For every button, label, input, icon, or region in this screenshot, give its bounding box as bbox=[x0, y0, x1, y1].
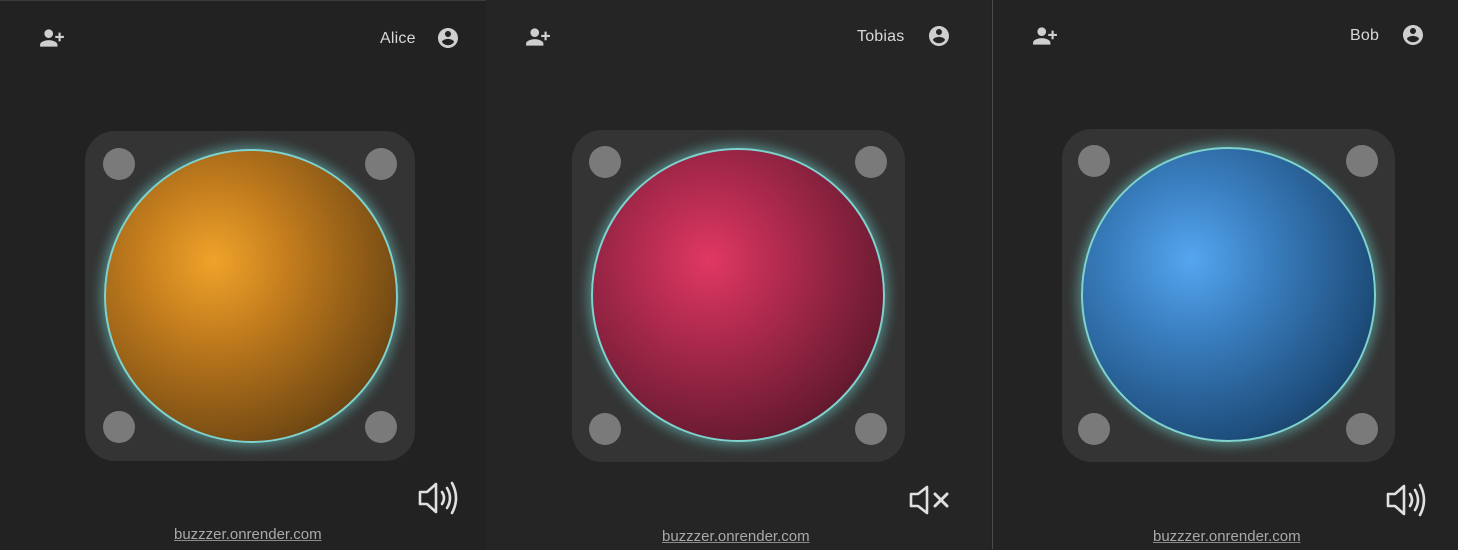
buzzer-housing bbox=[85, 131, 415, 461]
screw bbox=[365, 148, 397, 180]
footer-link[interactable]: buzzzer.onrender.com bbox=[662, 528, 810, 545]
buzzer-housing bbox=[1062, 129, 1395, 462]
account-circle-icon[interactable] bbox=[1401, 23, 1425, 47]
volume-off-icon[interactable] bbox=[908, 484, 952, 516]
screw bbox=[855, 413, 887, 445]
person-add-icon[interactable] bbox=[39, 25, 65, 51]
screw bbox=[589, 146, 621, 178]
screw bbox=[1346, 145, 1378, 177]
screw bbox=[103, 148, 135, 180]
screw bbox=[1346, 413, 1378, 445]
screw bbox=[855, 146, 887, 178]
person-add-icon[interactable] bbox=[1032, 23, 1058, 49]
volume-up-icon[interactable] bbox=[1385, 481, 1429, 519]
username-label: Bob bbox=[1350, 27, 1380, 44]
buzzer-panel-tobias: Tobias buzzzer.onrender.com bbox=[487, 0, 990, 549]
footer-link[interactable]: buzzzer.onrender.com bbox=[174, 526, 322, 543]
screw bbox=[589, 413, 621, 445]
person-add-icon[interactable] bbox=[525, 24, 551, 50]
buzzer-button[interactable] bbox=[591, 148, 885, 442]
account-circle-icon[interactable] bbox=[927, 24, 951, 48]
screw bbox=[365, 411, 397, 443]
buzzer-panel-bob: Bob buzzzer.onrender.com bbox=[992, 0, 1458, 549]
screw bbox=[1078, 413, 1110, 445]
buzzer-button[interactable] bbox=[1081, 147, 1376, 442]
screw bbox=[103, 411, 135, 443]
buzzer-button[interactable] bbox=[104, 149, 398, 443]
footer-link[interactable]: buzzzer.onrender.com bbox=[1153, 528, 1301, 545]
username-label: Alice bbox=[380, 30, 416, 47]
buzzer-panel-alice: Alice buzzzer.onrender.com bbox=[0, 0, 486, 550]
volume-up-icon[interactable] bbox=[417, 479, 461, 517]
username-label: Tobias bbox=[857, 28, 905, 45]
buzzer-housing bbox=[572, 130, 905, 462]
account-circle-icon[interactable] bbox=[436, 26, 460, 50]
screw bbox=[1078, 145, 1110, 177]
